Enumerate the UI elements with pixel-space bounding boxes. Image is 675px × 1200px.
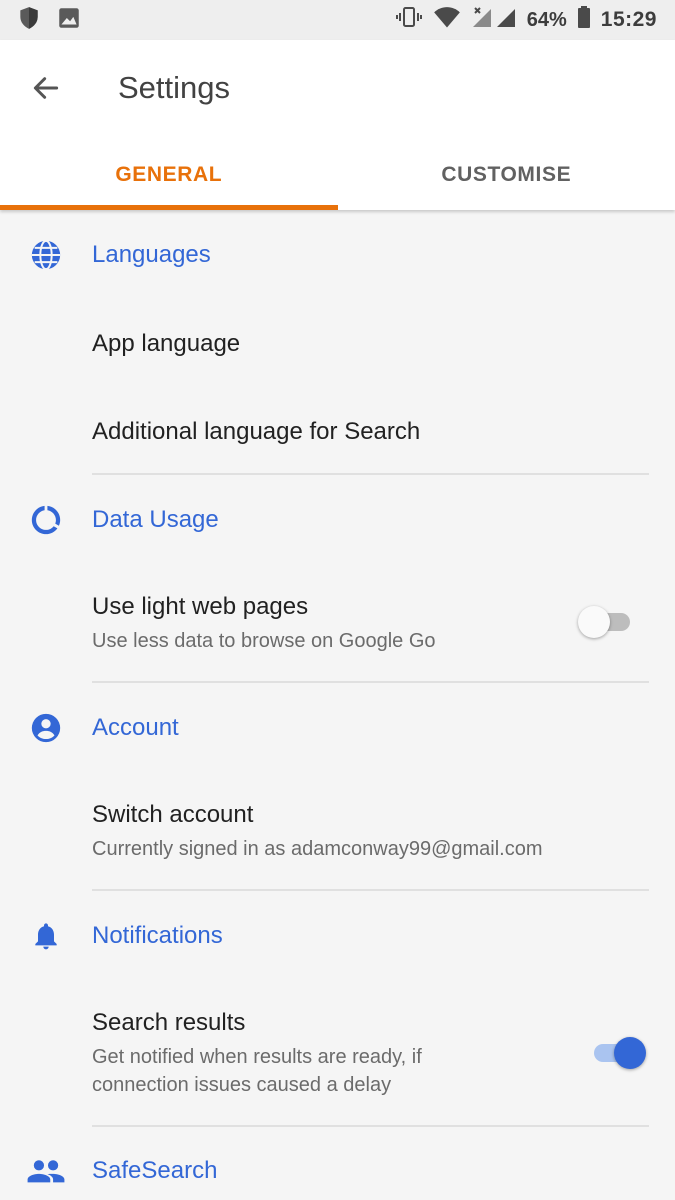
clock: 15:29 bbox=[600, 8, 657, 31]
page-title: Settings bbox=[118, 70, 231, 105]
setting-subtitle: Currently signed in as adamconway99@gmai… bbox=[92, 838, 543, 860]
vibrate-icon bbox=[395, 4, 423, 36]
battery-percent: 64% bbox=[526, 8, 567, 31]
section-data-usage: Data Usage bbox=[0, 475, 675, 565]
setting-subtitle: Use less data to browse on Google Go bbox=[92, 630, 436, 652]
setting-title: Search results bbox=[92, 1009, 246, 1036]
setting-subtitle-line-1: Get notified when results are ready, if bbox=[92, 1046, 422, 1068]
section-label-languages: Languages bbox=[92, 241, 211, 268]
search-results-toggle[interactable] bbox=[590, 1033, 646, 1073]
status-bar: 64% 15:29 bbox=[0, 0, 675, 40]
globe-icon bbox=[28, 237, 64, 273]
setting-title: App language bbox=[92, 330, 241, 357]
data-usage-icon bbox=[28, 502, 64, 538]
bell-icon bbox=[28, 918, 64, 954]
tab-bar: GENERAL CUSTOMISE bbox=[0, 140, 675, 210]
section-safesearch: SafeSearch bbox=[0, 1127, 675, 1200]
setting-title: Use light web pages bbox=[92, 593, 309, 620]
toggle-thumb bbox=[614, 1037, 646, 1069]
section-languages: Languages bbox=[0, 210, 675, 300]
app-bar: Settings GENERAL CUSTOMISE bbox=[0, 40, 675, 210]
setting-switch-account[interactable]: Switch account Currently signed in as ad… bbox=[0, 773, 675, 888]
setting-search-results[interactable]: Search results Get notified when results… bbox=[0, 981, 675, 1124]
section-account: Account bbox=[0, 683, 675, 773]
setting-subtitle-line-2: connection issues caused a delay bbox=[92, 1074, 392, 1096]
arrow-back-icon bbox=[30, 72, 62, 109]
toggle-thumb bbox=[578, 606, 610, 638]
setting-app-language[interactable]: App language bbox=[0, 300, 675, 388]
tab-customise[interactable]: CUSTOMISE bbox=[338, 140, 675, 210]
setting-additional-language[interactable]: Additional language for Search bbox=[0, 388, 675, 476]
tab-general[interactable]: GENERAL bbox=[0, 140, 338, 210]
setting-title: Additional language for Search bbox=[92, 418, 421, 445]
section-label-account: Account bbox=[92, 714, 179, 741]
section-label-safesearch: SafeSearch bbox=[92, 1157, 218, 1184]
section-notifications: Notifications bbox=[0, 891, 675, 981]
section-label-notifications: Notifications bbox=[92, 922, 223, 949]
people-icon bbox=[26, 1153, 66, 1189]
light-web-pages-toggle[interactable] bbox=[578, 602, 634, 642]
section-label-data-usage: Data Usage bbox=[92, 506, 219, 533]
battery-icon bbox=[577, 5, 591, 35]
setting-light-web-pages[interactable]: Use light web pages Use less data to bro… bbox=[0, 565, 675, 680]
setting-title: Switch account bbox=[92, 801, 254, 828]
image-icon bbox=[56, 5, 82, 36]
shield-icon bbox=[16, 5, 42, 36]
wifi-icon bbox=[433, 5, 461, 35]
back-button[interactable] bbox=[24, 68, 68, 112]
signal-icon bbox=[471, 5, 517, 35]
account-circle-icon bbox=[28, 710, 64, 746]
